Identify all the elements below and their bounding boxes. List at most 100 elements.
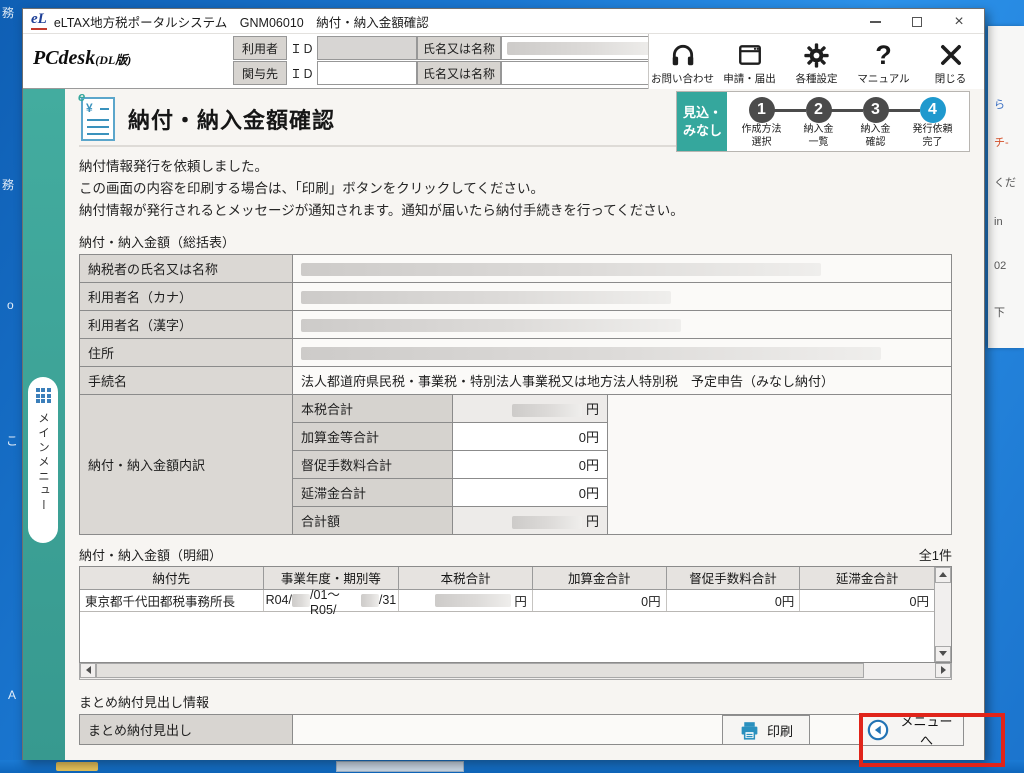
- field-value: 0円: [453, 422, 608, 450]
- minimize-icon: [870, 21, 881, 23]
- question-icon: ?: [875, 40, 892, 70]
- badge-line2: みなし: [683, 122, 727, 140]
- field-label: 手続名: [80, 366, 293, 394]
- window-titlebar: eL eLTAX地方税ポータルシステム GNM06010 納付・納入金額確認 ×: [23, 9, 984, 34]
- maximize-button[interactable]: [896, 9, 938, 34]
- summary-section-title: 納付・納入金額（総括表）: [79, 232, 970, 251]
- contact-label: お問い合わせ: [651, 71, 714, 86]
- client-id-label: ＩＤ: [287, 61, 317, 85]
- redacted-value: [435, 594, 511, 607]
- background-text-fragment: ら: [994, 96, 1005, 112]
- doc-line: [100, 108, 109, 110]
- message-line: 納付情報発行を依頼しました。: [79, 156, 970, 178]
- step-2-label: 納入金一覧: [790, 124, 847, 149]
- step-3-payment-confirm: 3 納入金確認: [847, 95, 904, 149]
- manual-button[interactable]: ? マニュアル: [850, 34, 917, 89]
- matome-section-title: まとめ納付見出し情報: [79, 692, 970, 711]
- contact-button[interactable]: お問い合わせ: [649, 34, 716, 89]
- field-value: 円: [453, 394, 608, 422]
- taskbar: [0, 760, 1024, 773]
- field-label: 利用者名（漢字）: [80, 310, 293, 338]
- detail-data-row[interactable]: 東京都千代田都税事務所長 R04//01～R05//31 円 0円 0円 0円: [80, 590, 934, 612]
- horizontal-scrollbar[interactable]: [79, 663, 952, 680]
- table-row: 手続名 法人都道府県民税・事業税・特別法人事業税又は地方法人特別税 予定申告（み…: [80, 366, 952, 394]
- client-row: 関与先 ＩＤ 氏名又は名称: [233, 61, 691, 85]
- user-id-field[interactable]: [317, 36, 417, 60]
- close-app-label: 閉じる: [935, 71, 967, 86]
- application-report-label: 申請・届出: [723, 71, 776, 86]
- step-2-circle: 2: [806, 97, 832, 123]
- redacted-value: [301, 291, 671, 304]
- scroll-left-button[interactable]: [80, 663, 96, 678]
- background-window-edge: ら チ- くだ in 02 下: [988, 26, 1024, 348]
- doc-line: [87, 119, 109, 121]
- left-sidebar: メインメニュー: [23, 89, 65, 760]
- field-label: 住所: [80, 338, 293, 366]
- redacted-value: [507, 42, 657, 55]
- user-role-label: 利用者: [233, 36, 287, 60]
- window-title: eLTAX地方税ポータルシステム GNM06010 納付・納入金額確認: [54, 12, 429, 31]
- desktop-fragment: A: [8, 688, 16, 702]
- toolbar-actions: お問い合わせ 申請・届出 各種設定 ? マニュアル: [648, 34, 984, 89]
- close-x-icon: [938, 40, 964, 70]
- scroll-up-button[interactable]: [935, 567, 951, 583]
- field-value: [293, 714, 952, 744]
- table-row: 納付・納入金額内訳 本税合計 円 加算金等合計 0円: [80, 394, 952, 534]
- scrollbar-thumb[interactable]: [96, 663, 864, 678]
- print-button[interactable]: 印刷: [722, 715, 810, 745]
- headset-icon: [670, 40, 696, 70]
- taskbar-item[interactable]: [336, 761, 464, 772]
- table-row: まとめ納付見出し: [80, 714, 952, 744]
- close-app-button[interactable]: 閉じる: [917, 34, 984, 89]
- step-4-issue-complete: 4 発行依頼完了: [904, 95, 961, 149]
- redacted-value: [512, 516, 582, 529]
- menu-button[interactable]: メニューへ: [860, 714, 964, 746]
- main-menu-button[interactable]: メインメニュー: [28, 377, 58, 543]
- field-value: 0円: [453, 450, 608, 478]
- table-row: 延滞金合計 0円: [293, 478, 608, 506]
- scroll-down-button[interactable]: [935, 646, 951, 662]
- message-line: 納付情報が発行されるとメッセージが通知されます。通知が届いたら納付手続きを行って…: [79, 200, 970, 222]
- background-text-fragment: くだ: [994, 174, 1016, 190]
- redacted-value: [301, 347, 881, 360]
- field-label: 合計額: [293, 506, 453, 534]
- user-name-label: 氏名又は名称: [417, 36, 501, 60]
- app-toolbar: PCdesk(DL版) 利用者 ＩＤ 氏名又は名称 関与先 ＩＤ 氏名又は名称: [23, 34, 984, 89]
- manual-label: マニュアル: [857, 71, 909, 86]
- detail-section-title: 納付・納入金額（明細）: [79, 545, 222, 564]
- main-menu-label: メインメニュー: [35, 412, 51, 514]
- taskbar-folder-icon[interactable]: [56, 762, 98, 771]
- doc-line: [87, 133, 109, 135]
- procedure-value: 法人都道府県民税・事業税・特別法人事業税又は地方法人特別税 予定申告（みなし納付…: [293, 366, 952, 394]
- close-window-button[interactable]: ×: [938, 9, 980, 34]
- application-report-button[interactable]: 申請・届出: [716, 34, 783, 89]
- back-circle-icon: [867, 719, 889, 741]
- scroll-right-button[interactable]: [935, 663, 951, 678]
- client-role-label: 関与先: [233, 61, 287, 85]
- column-header: 本税合計: [399, 567, 533, 589]
- redacted-value: [512, 404, 582, 417]
- minimize-button[interactable]: [854, 9, 896, 34]
- column-header: 加算金合計: [533, 567, 667, 589]
- estimate-badge: 見込・ みなし: [677, 92, 727, 151]
- field-value: [293, 254, 952, 282]
- page-title: 納付・納入金額確認: [128, 103, 335, 135]
- eltax-window: eL eLTAX地方税ポータルシステム GNM06010 納付・納入金額確認 ×…: [22, 8, 985, 760]
- summary-table: 納税者の氏名又は名称 利用者名（カナ） 利用者名（漢字） 住所 手続名: [79, 254, 952, 535]
- field-label: 延滞金合計: [293, 478, 453, 506]
- badge-line1: 見込・: [683, 104, 727, 122]
- settings-button[interactable]: 各種設定: [783, 34, 850, 89]
- redacted-value: [301, 263, 821, 276]
- info-messages: 納付情報発行を依頼しました。 この画面の内容を印刷する場合は、「印刷」ボタンをク…: [79, 156, 970, 222]
- desktop-fragment: 務: [2, 4, 14, 21]
- table-row: 利用者名（漢字）: [80, 310, 952, 338]
- payee-cell: 東京都千代田都税事務所長: [80, 590, 264, 611]
- step-4-label: 発行依頼完了: [904, 124, 961, 149]
- payment-document-icon: e ¥: [81, 97, 115, 141]
- client-id-field[interactable]: [317, 61, 417, 85]
- detail-table: 納付先 事業年度・期別等 本税合計 加算金合計 督促手数料合計 延滞金合計 東京…: [79, 566, 952, 663]
- column-header: 納付先: [80, 567, 264, 589]
- table-row: 納税者の氏名又は名称: [80, 254, 952, 282]
- desktop-fragment: 務: [2, 176, 14, 193]
- vertical-scrollbar[interactable]: [934, 567, 951, 662]
